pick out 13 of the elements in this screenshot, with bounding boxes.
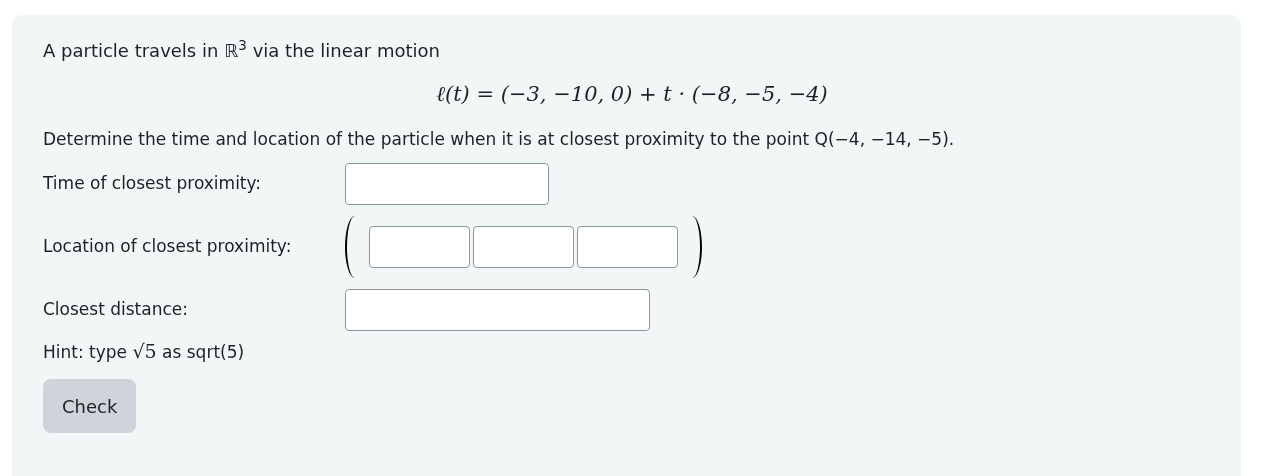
vector-component-field[interactable] <box>577 225 678 268</box>
vector-component-field[interactable] <box>473 225 574 268</box>
equation: ℓ(t) = (−3, −10, 0) + t · (−8, −5, −4) <box>436 81 828 108</box>
check-button[interactable]: Check <box>43 379 137 433</box>
field-label: Closest distance: <box>43 297 189 321</box>
field-label: Location of closest proximity: <box>43 234 293 258</box>
hint-text: Hint: type √5 as sqrt(5) <box>43 338 246 364</box>
answer-field[interactable] <box>345 162 549 205</box>
question-text: Determine the time and location of the particle when it is at closest proximity to the point Q(−4, −14, −5). <box>43 127 956 151</box>
answer-field[interactable] <box>345 288 650 331</box>
intro-text: A particle travels in ℝ$^{3}$ via the linear motion <box>43 37 441 63</box>
vector-component-field[interactable] <box>369 225 470 268</box>
field-label: Time of closest proximity: <box>43 171 263 195</box>
